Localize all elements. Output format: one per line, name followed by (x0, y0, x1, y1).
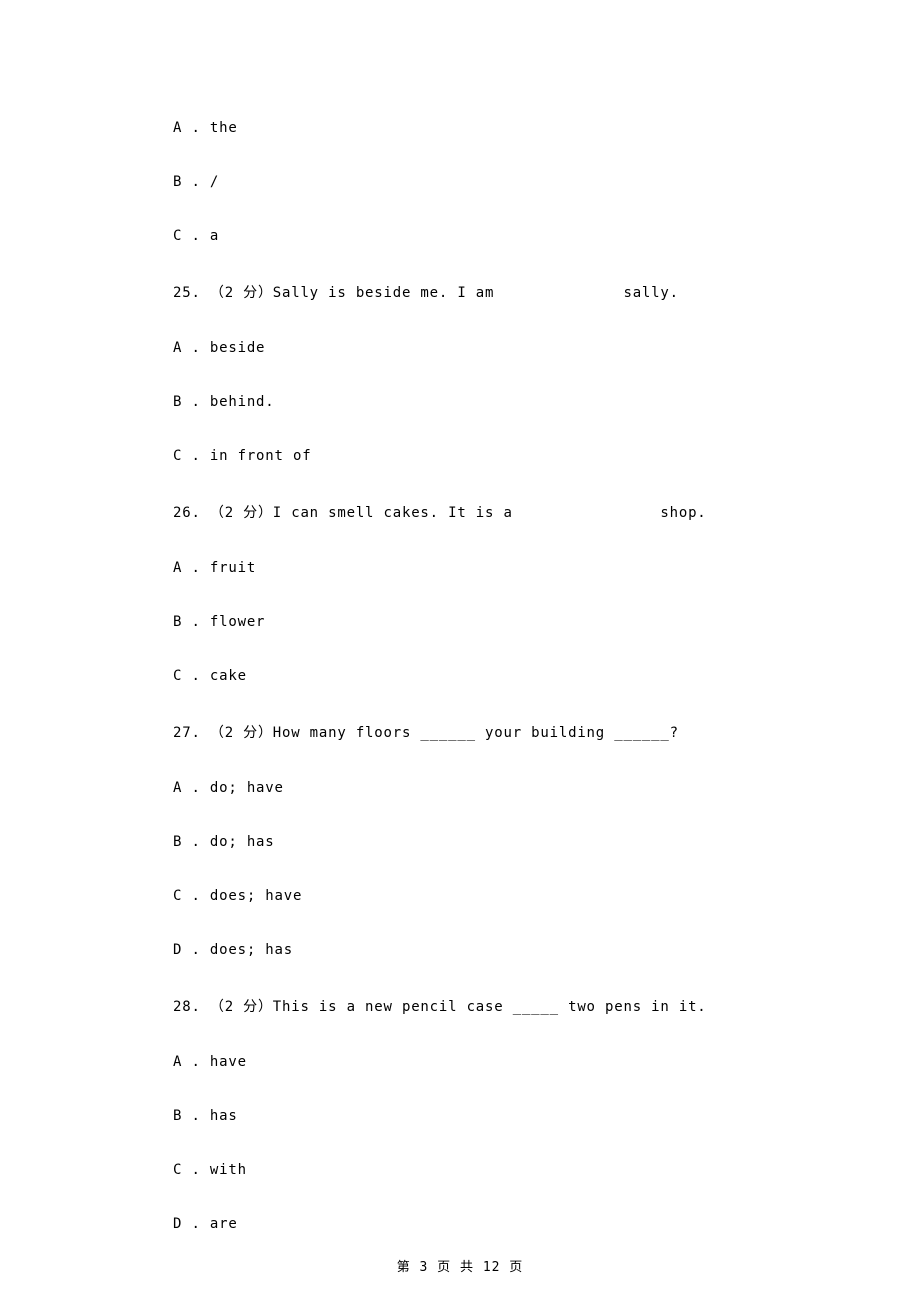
q27-option-d: D . does; has (173, 942, 820, 958)
q28-option-a: A . have (173, 1054, 820, 1070)
q28-stem: 28. （2 分）This is a new pencil case _____… (173, 996, 820, 1016)
q27-option-b: B . do; has (173, 834, 820, 850)
page-content: A . the B . / C . a 25. （2 分）Sally is be… (0, 0, 920, 1232)
q26-stem: 26. （2 分）I can smell cakes. It is a shop… (173, 502, 820, 522)
q27-option-c: C . does; have (173, 888, 820, 904)
page-footer: 第 3 页 共 12 页 (0, 1256, 920, 1275)
q24-option-b: B . / (173, 174, 820, 190)
q28-option-d: D . are (173, 1216, 820, 1232)
q24-option-a: A . the (173, 120, 820, 136)
q27-option-a: A . do; have (173, 780, 820, 796)
q28-option-b: B . has (173, 1108, 820, 1124)
q25-option-b: B . behind. (173, 394, 820, 410)
q26-option-c: C . cake (173, 668, 820, 684)
q28-option-c: C . with (173, 1162, 820, 1178)
q24-option-c: C . a (173, 228, 820, 244)
q26-option-a: A . fruit (173, 560, 820, 576)
q25-stem: 25. （2 分）Sally is beside me. I am sally. (173, 282, 820, 302)
q25-option-c: C . in front of (173, 448, 820, 464)
q25-option-a: A . beside (173, 340, 820, 356)
q26-option-b: B . flower (173, 614, 820, 630)
q27-stem: 27. （2 分）How many floors ______ your bui… (173, 722, 820, 742)
